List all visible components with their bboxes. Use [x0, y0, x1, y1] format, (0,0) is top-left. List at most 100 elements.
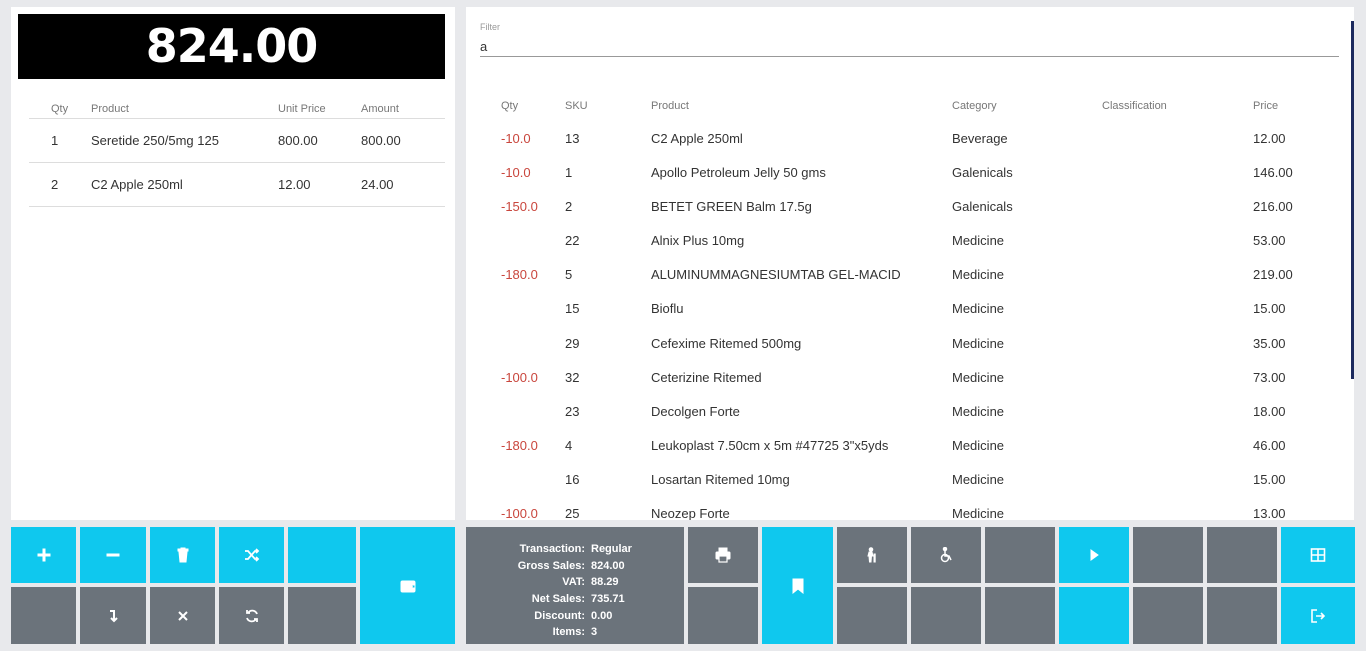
product-row-sku: 32: [565, 369, 580, 385]
product-row[interactable]: -180.0 4 Leukoplast 7.50cm x 5m #47725 3"x…: [466, 437, 1354, 471]
product-row[interactable]: -150.0 2 BETET GREEN Balm 17.5g Galenicals 2…: [466, 198, 1354, 232]
product-row[interactable]: -100.0 25 Neozep Forte Medicine 13.00: [466, 505, 1354, 520]
blank-button-11[interactable]: [1059, 587, 1129, 644]
product-row-qty: -10.0: [501, 165, 531, 181]
product-row-name: Neozep Forte: [651, 506, 730, 520]
cart-panel: 824.00 Qty Product Unit Price Amount 1 S…: [11, 7, 455, 520]
header-price: Price: [1253, 100, 1279, 112]
product-row-category: Medicine: [952, 471, 1005, 487]
product-row-sku: 2: [565, 199, 573, 215]
blank-button-3[interactable]: [288, 587, 356, 644]
blank-button-2[interactable]: [11, 587, 76, 644]
product-row-name: Apollo Petroleum Jelly 50 gms: [651, 165, 826, 181]
product-row-sku: 13: [565, 131, 580, 146]
product-row-sku: 22: [565, 233, 580, 249]
product-row-category: Medicine: [952, 335, 1005, 351]
product-row-sku: 15: [565, 301, 580, 317]
shuffle-button[interactable]: [219, 527, 284, 583]
blank-button-10[interactable]: [985, 587, 1055, 644]
header-qty: Qty: [501, 100, 519, 112]
product-row-price: 216.00: [1253, 199, 1293, 215]
product-row[interactable]: 15 Bioflu Medicine 15.00: [466, 300, 1354, 334]
blank-button-8[interactable]: [837, 587, 907, 644]
product-row[interactable]: -180.0 5 ALUMINUMMAGNESIUMTAB GEL-MACID Med…: [466, 266, 1354, 300]
blank-button-4[interactable]: [688, 587, 758, 644]
product-row[interactable]: -100.0 32 Ceterizine Ritemed Medicine 73.00: [466, 369, 1354, 403]
product-row-price: 18.00: [1253, 403, 1286, 419]
product-row[interactable]: -10.0 13 C2 Apple 250ml Beverage 12.00: [466, 130, 1354, 164]
grid-button[interactable]: [1281, 527, 1355, 583]
cancel-button[interactable]: [150, 587, 215, 644]
product-row-category: Medicine: [952, 403, 1005, 419]
product-row-sku: 23: [565, 403, 580, 419]
product-row-price: 35.00: [1253, 335, 1286, 351]
decrease-button[interactable]: [80, 527, 146, 583]
summary-transaction: Regular: [591, 543, 632, 555]
product-row-price: 13.00: [1253, 506, 1286, 520]
blank-button-6[interactable]: [1133, 527, 1203, 583]
product-row-sku: 25: [565, 506, 580, 520]
summary-items: 3: [591, 626, 598, 639]
product-row-name: Leukoplast 7.50cm x 5m #47725 3"x5yds: [651, 437, 889, 453]
product-row-category: Galenicals: [952, 199, 1013, 215]
bookmark-button[interactable]: [762, 527, 833, 644]
product-row-qty: -100.0: [501, 369, 538, 385]
cart-row[interactable]: 1 Seretide 250/5mg 125 800.00 800.00: [29, 119, 445, 163]
product-list: -10.0 13 C2 Apple 250ml Beverage 12.00 -10.0 1…: [466, 130, 1354, 520]
wallet-icon: [400, 580, 415, 592]
level-down-icon: [110, 609, 118, 622]
product-row-qty: -180.0: [501, 267, 538, 283]
product-row-name: Decolgen Forte: [651, 403, 740, 419]
logout-button[interactable]: [1281, 587, 1355, 644]
add-button[interactable]: [11, 527, 76, 583]
product-row-category: Medicine: [952, 437, 1005, 453]
cart-row-qty: 2: [51, 177, 59, 192]
product-row-name: Alnix Plus 10mg: [651, 233, 745, 249]
delete-button[interactable]: [150, 527, 215, 583]
blank-button-12[interactable]: [1133, 587, 1203, 644]
cart-row-unit-price: 12.00: [278, 177, 311, 192]
total-display: 824.00: [18, 14, 445, 79]
product-row-qty: -100.0: [501, 506, 538, 520]
product-row-category: Medicine: [952, 301, 1005, 317]
play-button[interactable]: [1059, 527, 1129, 583]
blank-button-5[interactable]: [985, 527, 1055, 583]
cart-header-qty: Qty: [51, 103, 69, 115]
cart-header-amount: Amount: [361, 103, 399, 115]
product-row[interactable]: 22 Alnix Plus 10mg Medicine 53.00: [466, 232, 1354, 266]
wallet-button[interactable]: [360, 527, 455, 644]
product-row[interactable]: 16 Losartan Ritemed 10mg Medicine 15.00: [466, 471, 1354, 505]
elderly-icon: [867, 547, 876, 563]
product-row[interactable]: -10.0 1 Apollo Petroleum Jelly 50 gms Galen…: [466, 164, 1354, 198]
cart-header-unit-price: Unit Price: [278, 103, 326, 115]
product-row-price: 219.00: [1253, 267, 1293, 283]
filter-input[interactable]: [480, 37, 1339, 57]
product-row-name: C2 Apple 250ml: [651, 131, 743, 146]
product-row-qty: -10.0: [501, 131, 531, 146]
header-category: Category: [952, 100, 997, 112]
blank-button-9[interactable]: [911, 587, 981, 644]
summary-vat-label: VAT:: [562, 576, 585, 589]
refresh-button[interactable]: [219, 587, 284, 644]
product-row[interactable]: 29 Cefexime Ritemed 500mg Medicine 35.00: [466, 335, 1354, 369]
cart-row-unit-price: 800.00: [278, 133, 318, 148]
blank-button-13[interactable]: [1207, 587, 1277, 644]
product-row[interactable]: 23 Decolgen Forte Medicine 18.00: [466, 403, 1354, 437]
print-button[interactable]: [688, 527, 758, 583]
blank-button-1[interactable]: [288, 527, 356, 583]
wheelchair-icon: [940, 547, 952, 563]
senior-discount-button[interactable]: [837, 527, 907, 583]
enter-button[interactable]: [80, 587, 146, 644]
blank-button-7[interactable]: [1207, 527, 1277, 583]
logout-icon: [1311, 608, 1326, 623]
product-row-name: BETET GREEN Balm 17.5g: [651, 199, 812, 215]
product-row-sku: 16: [565, 471, 580, 487]
product-row-name: ALUMINUMMAGNESIUMTAB GEL-MACID: [651, 267, 901, 283]
cart-row[interactable]: 2 C2 Apple 250ml 12.00 24.00: [29, 163, 445, 207]
product-row-category: Medicine: [952, 233, 1005, 249]
pwd-discount-button[interactable]: [911, 527, 981, 583]
product-row-name: Losartan Ritemed 10mg: [651, 471, 790, 487]
print-icon: [715, 547, 731, 563]
product-row-category: Galenicals: [952, 165, 1013, 181]
product-row-name: Cefexime Ritemed 500mg: [651, 335, 802, 351]
